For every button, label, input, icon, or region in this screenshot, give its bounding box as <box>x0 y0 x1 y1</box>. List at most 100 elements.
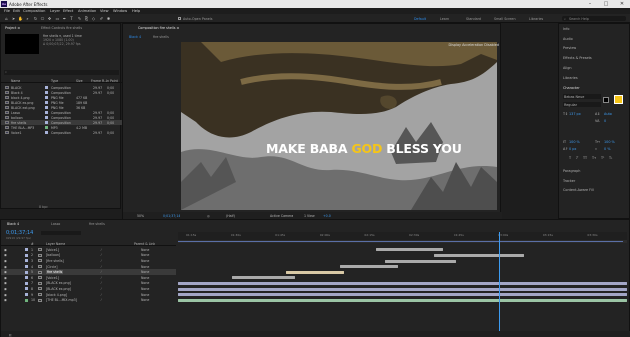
resolution-dropdown[interactable]: (Half) <box>226 214 235 218</box>
panel-content-aware-fill[interactable]: Content-Aware Fill <box>563 188 594 192</box>
visibility-eye-icon[interactable]: ◉ <box>4 259 7 263</box>
panel-paragraph[interactable]: Paragraph <box>563 169 580 173</box>
search-help-field[interactable]: ⌕ Search Help <box>562 16 626 21</box>
panel-effects-presets[interactable]: Effects & Presets <box>563 56 592 60</box>
faux-italic-button[interactable]: T <box>576 156 578 160</box>
tracking-value[interactable]: 0 <box>604 119 606 123</box>
subscript-button[interactable]: T₁ <box>609 156 612 160</box>
menu-composition[interactable]: Composition <box>23 9 45 13</box>
horizontal-scale-value[interactable]: 100 % <box>604 140 615 144</box>
workspace-standard[interactable]: Standard <box>466 17 481 21</box>
selection-tool-icon[interactable]: ➤ <box>11 16 16 21</box>
bpc-toggle[interactable]: 8 bpc <box>39 205 48 209</box>
layer-duration-bar[interactable] <box>231 276 295 280</box>
layer-duration-bar[interactable] <box>178 298 627 302</box>
layer-parent-dropdown[interactable]: None <box>141 265 149 269</box>
timeline-search-input[interactable] <box>41 231 81 235</box>
visibility-eye-icon[interactable]: ◉ <box>4 287 7 291</box>
visibility-eye-icon[interactable]: ◉ <box>4 253 7 257</box>
label-color-swatch[interactable] <box>45 101 48 104</box>
tab-timeline-fire-shells[interactable]: fire shells <box>89 222 105 226</box>
stroke-color-swatch[interactable] <box>603 97 609 103</box>
views-dropdown[interactable]: 1 View <box>304 214 315 218</box>
zoom-tool-icon[interactable]: ⌕ <box>25 16 30 21</box>
layer-name[interactable]: [Circle] <box>46 265 57 269</box>
col-size[interactable]: Size <box>76 79 83 83</box>
rectangle-tool-icon[interactable]: ▭ <box>55 16 60 21</box>
layer-duration-bar[interactable] <box>339 265 398 269</box>
layer-duration-bar[interactable] <box>384 259 457 263</box>
layer-name[interactable]: [BLACK ex.png] <box>46 287 71 291</box>
layer-name[interactable]: fire shells <box>46 270 64 275</box>
workspace-learn[interactable]: Learn <box>440 17 449 21</box>
puppet-pin-tool-icon[interactable]: ✱ <box>106 16 111 21</box>
layer-row[interactable]: ◉ 10 [THE BL...MIX.mp3] ⁄ None <box>1 297 176 303</box>
layer-parent-dropdown[interactable]: None <box>141 287 149 291</box>
menu-edit[interactable]: Edit <box>13 9 20 13</box>
tab-project[interactable]: Project ≡ <box>5 26 20 30</box>
workspace-default[interactable]: Default <box>414 17 426 21</box>
label-color-swatch[interactable] <box>45 131 48 134</box>
col-type[interactable]: Type <box>51 79 58 83</box>
layer-name[interactable]: [fire shells] <box>46 259 64 263</box>
pan-behind-tool-icon[interactable]: ✥ <box>47 16 52 21</box>
small-caps-button[interactable]: Tт <box>592 156 596 160</box>
roto-brush-tool-icon[interactable]: ✐ <box>99 16 104 21</box>
camera-snapshot-icon[interactable]: ◎ <box>207 214 210 218</box>
layer-parent-dropdown[interactable]: None <box>141 293 149 297</box>
superscript-button[interactable]: T¹ <box>601 156 604 160</box>
layer-switches-icon[interactable]: ⁄ <box>101 248 102 252</box>
tab-effect-controls[interactable]: Effect Controls fire shells <box>41 26 82 30</box>
panel-align[interactable]: Align <box>563 66 572 70</box>
layer-parent-dropdown[interactable]: None <box>141 281 149 285</box>
maximize-icon[interactable]: □ <box>598 1 614 8</box>
camera-tool-icon[interactable]: ⎔ <box>40 16 45 21</box>
all-caps-button[interactable]: TT <box>583 156 587 160</box>
workspace-libraries[interactable]: Libraries <box>529 17 543 21</box>
layer-label-color[interactable] <box>25 281 28 285</box>
toggle-switches-icon[interactable]: ◧ <box>9 333 12 337</box>
panel-info[interactable]: Info <box>563 27 569 31</box>
panel-audio[interactable]: Audio <box>563 37 573 41</box>
composition-viewer[interactable]: MAKE BABA GOD BLESS YOU <box>181 42 497 210</box>
breadcrumb-black4[interactable]: Black 4 <box>129 35 141 39</box>
menu-file[interactable]: File <box>4 9 10 13</box>
hand-tool-icon[interactable]: ✋ <box>18 16 23 21</box>
breadcrumb-fire-shells[interactable]: fire shells <box>153 35 169 39</box>
rotate-tool-icon[interactable]: ↻ <box>33 16 38 21</box>
zoom-dropdown[interactable]: 50% <box>137 214 144 218</box>
col-in-point[interactable]: In Point <box>106 79 118 83</box>
project-item[interactable]: Voice1 Composition 29.97 0;00 <box>1 130 122 135</box>
vertical-scale-value[interactable]: 100 % <box>569 140 580 144</box>
col-name[interactable]: Name <box>11 79 20 83</box>
layer-label-color[interactable] <box>25 253 28 257</box>
visibility-eye-icon[interactable]: ◉ <box>4 293 7 297</box>
layer-switches-icon[interactable]: ⁄ <box>101 276 102 280</box>
layer-switches-icon[interactable]: ⁄ <box>101 281 102 285</box>
layer-label-color[interactable] <box>25 259 28 263</box>
layer-label-color[interactable] <box>25 264 28 268</box>
layer-name[interactable]: [Voice1] <box>46 248 59 252</box>
label-color-swatch[interactable] <box>45 116 48 119</box>
label-color-swatch[interactable] <box>45 96 48 99</box>
menu-animation[interactable]: Animation <box>78 9 96 13</box>
layer-duration-bar[interactable] <box>433 253 524 257</box>
label-color-swatch[interactable] <box>45 126 48 129</box>
layer-parent-dropdown[interactable]: None <box>141 259 149 263</box>
visibility-eye-icon[interactable]: ◉ <box>4 298 7 302</box>
label-color-swatch[interactable] <box>45 121 48 124</box>
brush-tool-icon[interactable]: ✎ <box>77 16 82 21</box>
visibility-eye-icon[interactable]: ◉ <box>4 265 7 269</box>
baseline-value[interactable]: 0 px <box>569 147 576 151</box>
exposure-value[interactable]: +0.0 <box>323 214 331 218</box>
work-area-bar[interactable] <box>178 240 627 243</box>
close-icon[interactable]: ✕ <box>614 1 630 8</box>
panel-libraries[interactable]: Libraries <box>563 76 578 80</box>
time-ruler[interactable]: 01:15s 01:30s 01:45s 02:00s 02:15s 02:30s 02:4… <box>178 232 627 240</box>
camera-dropdown[interactable]: Active Camera <box>270 214 293 218</box>
menu-view[interactable]: View <box>100 9 109 13</box>
layer-label-color[interactable] <box>25 248 28 252</box>
layer-switches-icon[interactable]: ⁄ <box>101 298 102 302</box>
tab-composition[interactable]: Composition fire shells ≡ <box>138 26 179 30</box>
visibility-eye-icon[interactable]: ◉ <box>4 248 7 252</box>
